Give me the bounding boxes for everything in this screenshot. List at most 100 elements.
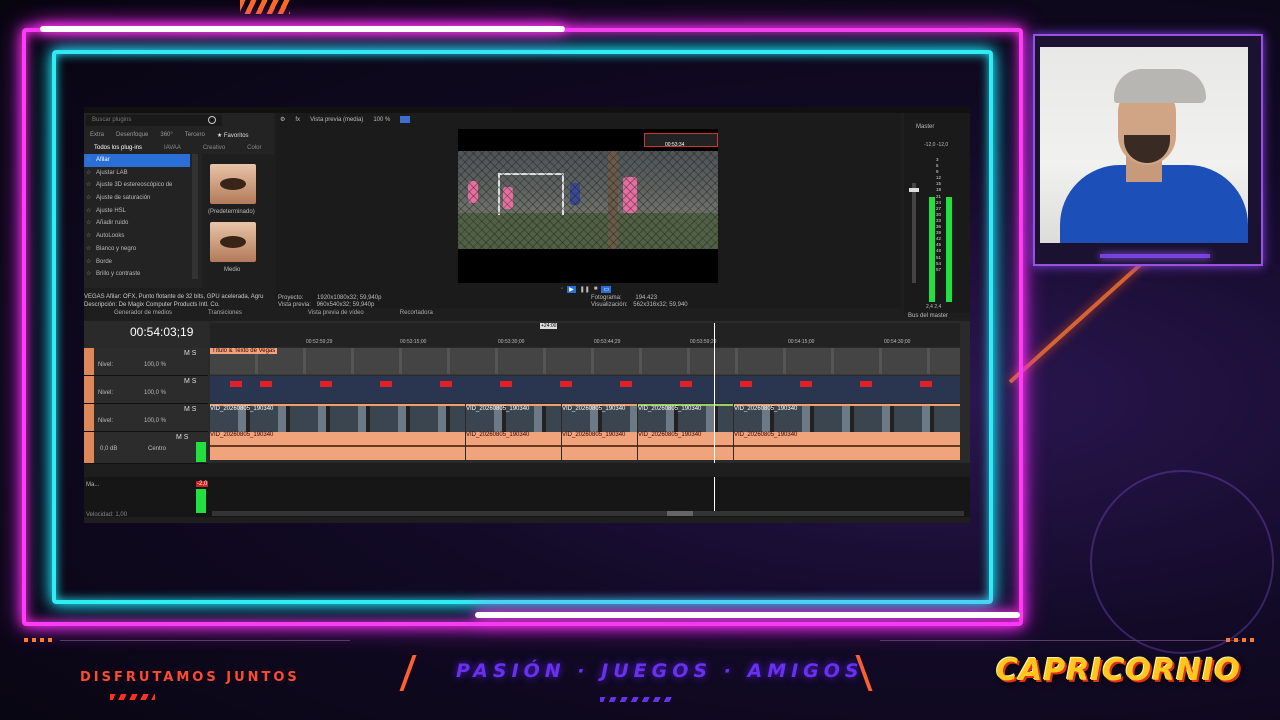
audio-clip[interactable]: VID_20260805_190340 <box>638 432 733 460</box>
subtab-all[interactable]: Todos los plug-ins <box>94 145 142 151</box>
subtab-iavaa[interactable]: IAVAA <box>164 145 181 151</box>
track-header-overlay[interactable]: Nivel: 100,0 % M S <box>84 376 208 404</box>
audio-clip[interactable]: VID_20260805_190340 <box>210 432 465 460</box>
preset-thumb-default[interactable] <box>210 164 256 204</box>
video-clip[interactable]: VID_20260805_190340 <box>466 404 561 432</box>
video-clip[interactable]: VID_20260805_190340 <box>210 404 465 432</box>
frame-icon[interactable]: ▭ <box>601 286 612 293</box>
preview-mode-dropdown[interactable]: Vista previa (media) <box>310 117 363 123</box>
search-icon[interactable] <box>208 116 216 124</box>
master-fader[interactable] <box>912 183 916 283</box>
plugin-item[interactable]: Afilar <box>84 154 190 167</box>
clip-label: VID_20260805_190340 <box>638 406 702 412</box>
overlay-clip[interactable] <box>800 381 812 387</box>
plugin-item[interactable]: Añadir ruido <box>84 217 190 230</box>
plugin-item[interactable]: Ajuste HSL <box>84 205 190 218</box>
audio-clip[interactable]: VID_20260805_190340 <box>466 432 561 460</box>
scrollbar-thumb[interactable] <box>667 511 693 516</box>
timecode-display: 00:54:03;19 <box>130 325 194 339</box>
loop-icon[interactable]: ◦ <box>561 286 563 293</box>
clip-label: VID_20260805_190340 <box>210 432 274 438</box>
level-value: 100,0 % <box>144 362 167 368</box>
subtab-creativo[interactable]: Creativo <box>203 145 225 151</box>
loop-marker[interactable]: +24:00 <box>540 323 558 329</box>
person-cap <box>1114 69 1206 103</box>
timeline-scrollbar[interactable] <box>212 511 964 516</box>
track-header-video[interactable]: Nivel: 100,0 % M S <box>84 404 208 432</box>
audio-clip[interactable]: VID_20260805_190340 <box>562 432 637 460</box>
tab-desenfoque[interactable]: Desenfoque <box>116 132 148 139</box>
plugin-item[interactable]: Borde <box>84 256 190 269</box>
plugin-item[interactable]: Ajustar LAB <box>84 167 190 180</box>
video-clip[interactable]: VID_20260805_190340 <box>562 404 637 432</box>
mute-solo[interactable]: M S <box>184 378 196 385</box>
overlay-clip[interactable] <box>560 381 572 387</box>
plugin-search-input[interactable]: Buscar plugins <box>86 115 222 126</box>
footer-line-right <box>880 640 1240 641</box>
master-bus-panel: Master -12,0 -12,0 369 12 15 18 21 24 27 30 3… <box>904 113 970 319</box>
transport-controls: ◦ ▶ ❚❚ ■ ▭ <box>561 286 612 293</box>
plugin-list-scrollbar[interactable] <box>192 154 198 279</box>
settings-icon[interactable]: ⚙ <box>280 116 285 123</box>
docking-tabs: Generador de medios Transiciones Vista p… <box>114 310 433 316</box>
tab-favoritos[interactable]: ★ Favoritos <box>217 132 249 139</box>
tab-video-preview[interactable]: Vista previa de vídeo <box>308 310 364 316</box>
overlay-clip[interactable] <box>230 381 242 387</box>
tab-trimmer[interactable]: Recortadora <box>400 310 433 316</box>
tab-media-generator[interactable]: Generador de medios <box>114 310 172 316</box>
pause-icon[interactable]: ❚❚ <box>580 286 590 293</box>
master-fader-handle[interactable] <box>909 188 919 192</box>
mute-solo[interactable]: M S <box>176 434 188 441</box>
brand-logo: CAPRICORNIO <box>996 653 1241 688</box>
webcam-feed <box>1040 47 1248 243</box>
stop-icon[interactable]: ■ <box>594 286 598 293</box>
track-header-text[interactable]: Nivel: 100,0 % M S <box>84 348 208 376</box>
fx-icon[interactable]: fx <box>295 117 300 123</box>
tab-transitions[interactable]: Transiciones <box>208 310 242 316</box>
track-header-audio[interactable]: 0,0 dB Centro M S <box>84 432 208 464</box>
audio-waveform <box>466 445 561 447</box>
audio-volume: 0,0 dB <box>100 446 118 452</box>
plugin-item[interactable]: AutoLooks <box>84 230 190 243</box>
overlay-clip[interactable] <box>620 381 632 387</box>
mute-solo[interactable]: M S <box>184 350 196 357</box>
grid-icon[interactable] <box>400 116 411 123</box>
overlay-clip[interactable] <box>500 381 512 387</box>
mute-solo[interactable]: M S <box>184 406 196 413</box>
slogan-bracket-left <box>399 655 437 691</box>
track-color-stripe <box>84 376 94 403</box>
tab-extra[interactable]: Extra <box>90 132 104 139</box>
overlay-clip[interactable] <box>920 381 932 387</box>
title-clip[interactable]: Título & Texto de Vegas <box>210 348 960 374</box>
zoom-dropdown[interactable]: 100 % <box>373 117 390 123</box>
overlay-clip[interactable] <box>740 381 752 387</box>
preset-thumb-medium[interactable] <box>210 222 256 262</box>
video-clip[interactable]: VID_20260805_190340 <box>734 404 960 432</box>
audio-clip[interactable]: VID_20260805_190340 <box>734 432 960 460</box>
top-accent-stripes <box>240 0 290 14</box>
plugin-item[interactable]: Blanco y negro <box>84 243 190 256</box>
overlay-clip[interactable] <box>260 381 272 387</box>
overlay-clip[interactable] <box>440 381 452 387</box>
tab-360[interactable]: 360° <box>160 132 172 139</box>
overlay-clip[interactable] <box>860 381 872 387</box>
overlay-clip[interactable] <box>320 381 332 387</box>
plugin-item[interactable]: Ajuste de saturación <box>84 192 190 205</box>
plugin-item[interactable]: Ajuste 3D estereoscópico de <box>84 179 190 192</box>
playhead-cursor[interactable] <box>714 323 715 463</box>
preset-panel: (Predeterminado) Medio <box>202 154 274 289</box>
clip-label: VID_20260805_190340 <box>638 432 702 438</box>
overlay-clip[interactable] <box>380 381 392 387</box>
tab-tercero[interactable]: Tercero <box>185 132 205 139</box>
frame-info: Fotograma: 194.423 Visualización: 562x31… <box>591 295 688 308</box>
video-clip[interactable]: VID_20260805_190340 <box>638 404 733 432</box>
overlay-track-lane <box>210 376 960 403</box>
overlay-clip[interactable] <box>680 381 692 387</box>
subtab-color[interactable]: Color <box>247 145 261 151</box>
footer-dots-right <box>1226 638 1256 642</box>
play-icon[interactable]: ▶ <box>567 286 576 293</box>
track-color-stripe <box>84 404 94 431</box>
ruler-mark: 00:53:15;00 <box>400 339 427 345</box>
glow-bar-bottom <box>475 612 1020 618</box>
plugin-item[interactable]: Brillo y contraste <box>84 268 190 281</box>
